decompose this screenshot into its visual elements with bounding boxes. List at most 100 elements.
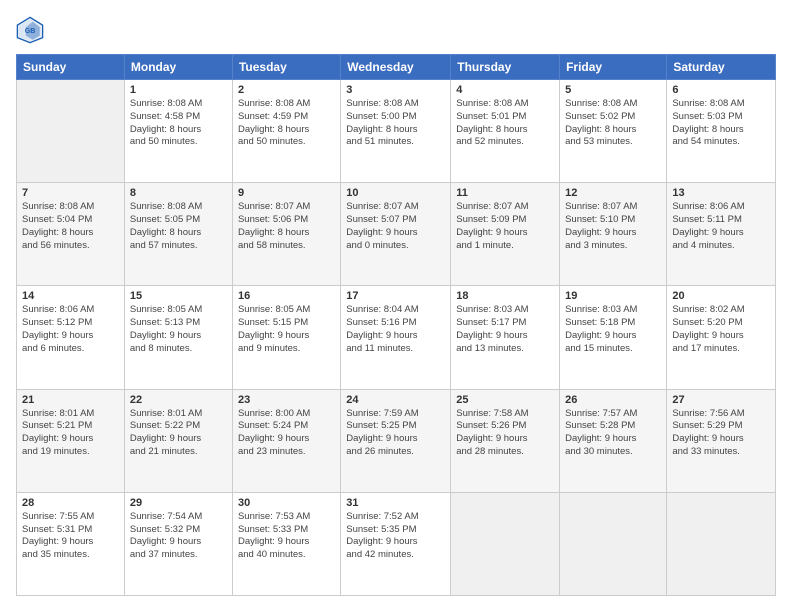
day-info: Sunrise: 8:08 AM Sunset: 5:01 PM Dayligh… [456,98,554,149]
day-info: Sunrise: 7:54 AM Sunset: 5:32 PM Dayligh… [130,511,227,562]
calendar-cell: 21Sunrise: 8:01 AM Sunset: 5:21 PM Dayli… [17,389,125,492]
calendar-cell: 3 Sunrise: 8:08 AM Sunset: 5:00 PM Daylig… [341,80,451,183]
day-info: Sunrise: 8:03 AM Sunset: 5:17 PM Dayligh… [456,304,554,355]
day-number: 2 [238,84,335,96]
day-info: Sunrise: 8:05 AM Sunset: 5:15 PM Dayligh… [238,304,335,355]
calendar-cell: 8 Sunrise: 8:08 AM Sunset: 5:05 PM Daylig… [124,183,232,286]
calendar-cell: 6Sunrise: 8:08 AM Sunset: 5:03 PM Daylig… [667,80,776,183]
calendar-cell [17,80,125,183]
day-info: Sunrise: 8:02 AM Sunset: 5:20 PM Dayligh… [672,304,770,355]
calendar-cell: 11 Sunrise: 8:07 AM Sunset: 5:09 PM Dayli… [451,183,560,286]
calendar-cell [667,492,776,595]
day-number: 1 [130,84,227,96]
day-number: 24 [346,394,445,406]
day-number: 29 [130,497,227,509]
calendar-header-row: SundayMondayTuesdayWednesdayThursdayFrid… [17,55,776,80]
day-info: Sunrise: 8:08 AM Sunset: 5:03 PM Dayligh… [672,98,770,149]
column-header-wednesday: Wednesday [341,55,451,80]
calendar-cell: 19 Sunrise: 8:03 AM Sunset: 5:18 PM Dayli… [560,286,667,389]
day-number: 16 [238,290,335,302]
calendar-cell: 18 Sunrise: 8:03 AM Sunset: 5:17 PM Dayli… [451,286,560,389]
day-number: 11 [456,187,554,199]
day-number: 14 [22,290,119,302]
calendar-cell: 12 Sunrise: 8:07 AM Sunset: 5:10 PM Dayli… [560,183,667,286]
day-number: 10 [346,187,445,199]
day-info: Sunrise: 8:00 AM Sunset: 5:24 PM Dayligh… [238,408,335,459]
calendar-week-row: 1 Sunrise: 8:08 AM Sunset: 4:58 PM Daylig… [17,80,776,183]
day-info: Sunrise: 7:56 AM Sunset: 5:29 PM Dayligh… [672,408,770,459]
calendar-cell: 5 Sunrise: 8:08 AM Sunset: 5:02 PM Daylig… [560,80,667,183]
day-info: Sunrise: 8:03 AM Sunset: 5:18 PM Dayligh… [565,304,661,355]
calendar-cell [451,492,560,595]
day-number: 5 [565,84,661,96]
day-number: 21 [22,394,119,406]
day-info: Sunrise: 7:59 AM Sunset: 5:25 PM Dayligh… [346,408,445,459]
day-info: Sunrise: 8:07 AM Sunset: 5:10 PM Dayligh… [565,201,661,252]
day-number: 31 [346,497,445,509]
calendar-cell [560,492,667,595]
day-info: Sunrise: 8:08 AM Sunset: 4:59 PM Dayligh… [238,98,335,149]
day-number: 9 [238,187,335,199]
day-info: Sunrise: 8:08 AM Sunset: 5:02 PM Dayligh… [565,98,661,149]
day-info: Sunrise: 7:52 AM Sunset: 5:35 PM Dayligh… [346,511,445,562]
day-number: 20 [672,290,770,302]
calendar-cell: 23 Sunrise: 8:00 AM Sunset: 5:24 PM Dayli… [232,389,340,492]
calendar-cell: 25Sunrise: 7:58 AM Sunset: 5:26 PM Dayli… [451,389,560,492]
logo: GB [16,16,48,44]
day-info: Sunrise: 8:07 AM Sunset: 5:07 PM Dayligh… [346,201,445,252]
day-info: Sunrise: 8:06 AM Sunset: 5:12 PM Dayligh… [22,304,119,355]
day-number: 27 [672,394,770,406]
day-number: 8 [130,187,227,199]
column-header-tuesday: Tuesday [232,55,340,80]
day-info: Sunrise: 7:53 AM Sunset: 5:33 PM Dayligh… [238,511,335,562]
calendar-cell: 20 Sunrise: 8:02 AM Sunset: 5:20 PM Dayli… [667,286,776,389]
day-info: Sunrise: 8:05 AM Sunset: 5:13 PM Dayligh… [130,304,227,355]
column-header-saturday: Saturday [667,55,776,80]
day-number: 25 [456,394,554,406]
calendar-cell: 24 Sunrise: 7:59 AM Sunset: 5:25 PM Dayli… [341,389,451,492]
day-info: Sunrise: 8:01 AM Sunset: 5:22 PM Dayligh… [130,408,227,459]
day-number: 30 [238,497,335,509]
calendar-table: SundayMondayTuesdayWednesdayThursdayFrid… [16,54,776,596]
header: GB [16,16,776,44]
day-number: 23 [238,394,335,406]
calendar-week-row: 21Sunrise: 8:01 AM Sunset: 5:21 PM Dayli… [17,389,776,492]
day-number: 28 [22,497,119,509]
calendar-cell: 27 Sunrise: 7:56 AM Sunset: 5:29 PM Dayli… [667,389,776,492]
calendar-cell: 16 Sunrise: 8:05 AM Sunset: 5:15 PM Dayli… [232,286,340,389]
calendar-cell: 2 Sunrise: 8:08 AM Sunset: 4:59 PM Daylig… [232,80,340,183]
calendar-cell: 14 Sunrise: 8:06 AM Sunset: 5:12 PM Dayli… [17,286,125,389]
day-info: Sunrise: 8:06 AM Sunset: 5:11 PM Dayligh… [672,201,770,252]
day-info: Sunrise: 8:08 AM Sunset: 5:04 PM Dayligh… [22,201,119,252]
calendar-cell: 17Sunrise: 8:04 AM Sunset: 5:16 PM Dayli… [341,286,451,389]
day-info: Sunrise: 7:55 AM Sunset: 5:31 PM Dayligh… [22,511,119,562]
day-number: 26 [565,394,661,406]
day-number: 15 [130,290,227,302]
day-number: 7 [22,187,119,199]
day-number: 18 [456,290,554,302]
column-header-sunday: Sunday [17,55,125,80]
calendar-cell: 10 Sunrise: 8:07 AM Sunset: 5:07 PM Dayli… [341,183,451,286]
page: GB SundayMondayTuesdayWednesdayThursdayF… [0,0,792,612]
day-number: 4 [456,84,554,96]
calendar-cell: 1 Sunrise: 8:08 AM Sunset: 4:58 PM Daylig… [124,80,232,183]
column-header-monday: Monday [124,55,232,80]
day-info: Sunrise: 8:08 AM Sunset: 5:05 PM Dayligh… [130,201,227,252]
logo-icon: GB [16,16,44,44]
calendar-week-row: 7 Sunrise: 8:08 AM Sunset: 5:04 PM Daylig… [17,183,776,286]
calendar-cell: 22Sunrise: 8:01 AM Sunset: 5:22 PM Dayli… [124,389,232,492]
calendar-week-row: 28 Sunrise: 7:55 AM Sunset: 5:31 PM Dayli… [17,492,776,595]
calendar-cell: 28 Sunrise: 7:55 AM Sunset: 5:31 PM Dayli… [17,492,125,595]
day-number: 13 [672,187,770,199]
day-info: Sunrise: 8:08 AM Sunset: 4:58 PM Dayligh… [130,98,227,149]
calendar-cell: 9Sunrise: 8:07 AM Sunset: 5:06 PM Daylig… [232,183,340,286]
calendar-cell: 15 Sunrise: 8:05 AM Sunset: 5:13 PM Dayli… [124,286,232,389]
day-number: 12 [565,187,661,199]
day-info: Sunrise: 8:07 AM Sunset: 5:09 PM Dayligh… [456,201,554,252]
day-info: Sunrise: 8:08 AM Sunset: 5:00 PM Dayligh… [346,98,445,149]
day-number: 3 [346,84,445,96]
calendar-cell: 30 Sunrise: 7:53 AM Sunset: 5:33 PM Dayli… [232,492,340,595]
day-number: 19 [565,290,661,302]
calendar-cell: 29 Sunrise: 7:54 AM Sunset: 5:32 PM Dayli… [124,492,232,595]
calendar-week-row: 14 Sunrise: 8:06 AM Sunset: 5:12 PM Dayli… [17,286,776,389]
